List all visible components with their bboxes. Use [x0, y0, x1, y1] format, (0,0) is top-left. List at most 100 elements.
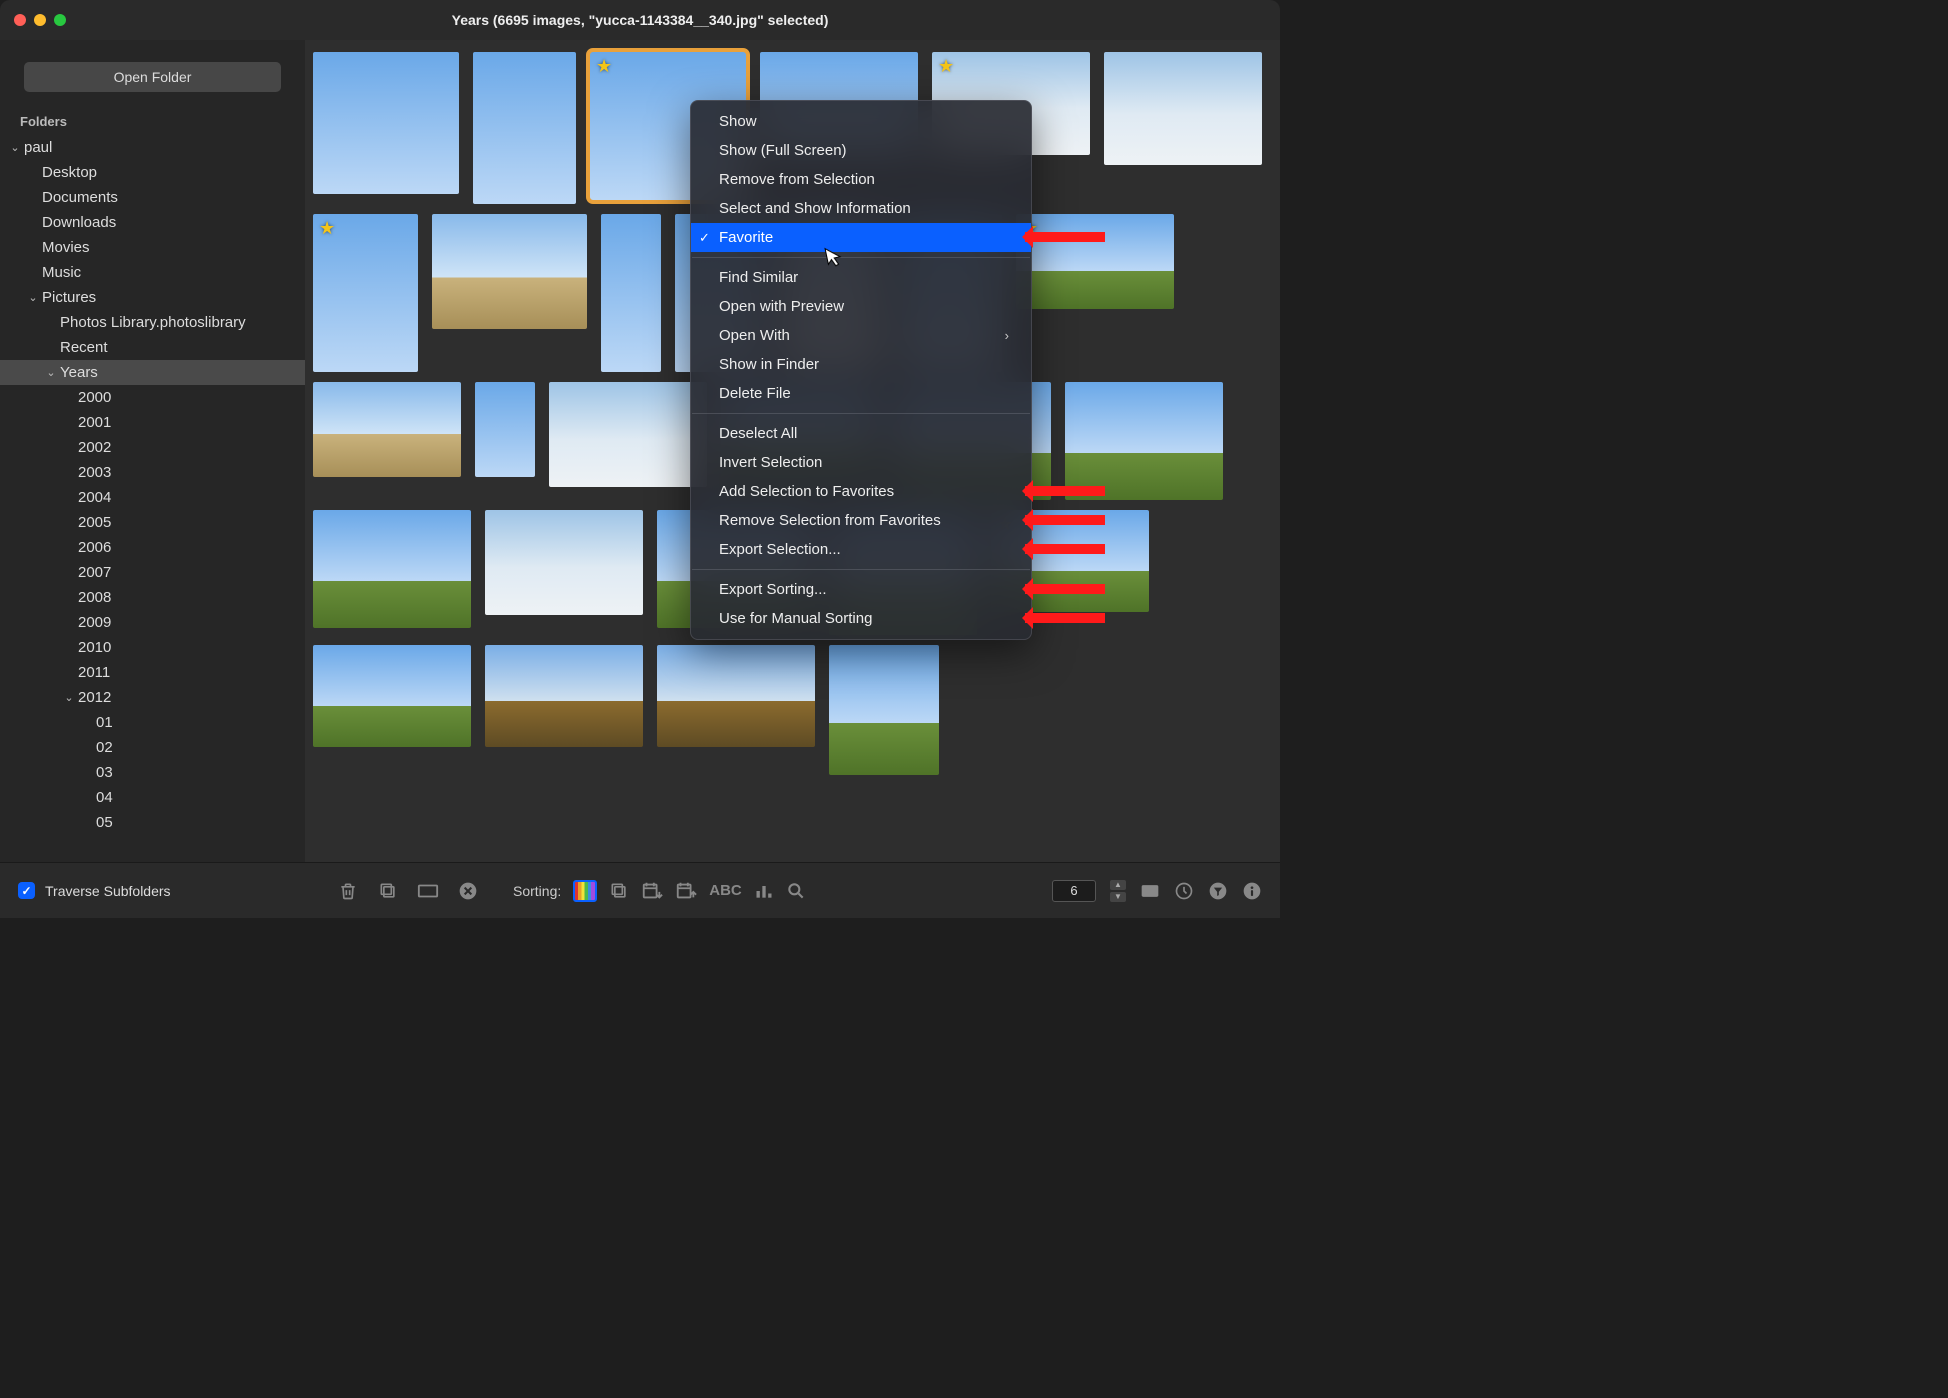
context-menu-item-label: Use for Manual Sorting [719, 610, 872, 627]
context-menu-item[interactable]: Remove from Selection [691, 165, 1031, 194]
tree-item[interactable]: 02 [0, 735, 305, 760]
thumbnail[interactable] [485, 645, 643, 747]
close-button[interactable] [14, 14, 26, 26]
thumbnail[interactable] [601, 214, 661, 372]
tree-item[interactable]: Downloads [0, 210, 305, 235]
sort-name-icon[interactable]: ABC [709, 882, 742, 899]
context-menu-item[interactable]: Show [691, 107, 1031, 136]
tree-item[interactable]: Recent [0, 335, 305, 360]
context-menu-item[interactable]: Export Sorting... [691, 575, 1031, 604]
context-menu-item[interactable]: Use for Manual Sorting [691, 604, 1031, 633]
tree-item[interactable]: 01 [0, 710, 305, 735]
tree-item[interactable]: 2009 [0, 610, 305, 635]
context-menu-item[interactable]: Find Similar [691, 263, 1031, 292]
sort-search-icon[interactable] [786, 881, 806, 901]
tree-item[interactable]: Desktop [0, 160, 305, 185]
tree-item[interactable]: 2000 [0, 385, 305, 410]
tree-item[interactable]: ⌄paul [0, 135, 305, 160]
filter-icon[interactable] [1208, 881, 1228, 901]
context-menu-item[interactable]: Export Selection... [691, 535, 1031, 564]
minimize-button[interactable] [34, 14, 46, 26]
traverse-subfolders-label: Traverse Subfolders [45, 883, 171, 899]
history-icon[interactable] [1174, 881, 1194, 901]
context-menu-item-label: Delete File [719, 385, 791, 402]
tree-item[interactable]: ⌄2012 [0, 685, 305, 710]
tree-item[interactable]: Music [0, 260, 305, 285]
maximize-button[interactable] [54, 14, 66, 26]
rectangle-icon[interactable] [417, 880, 439, 902]
tree-item[interactable]: 2011 [0, 660, 305, 685]
context-menu-item[interactable]: Add Selection to Favorites [691, 477, 1031, 506]
disclosure-icon[interactable]: ⌄ [26, 291, 40, 304]
context-menu-item[interactable]: Open With› [691, 321, 1031, 350]
columns-count-field[interactable]: 6 [1052, 880, 1096, 902]
sort-date-up-icon[interactable] [675, 880, 697, 902]
sort-date-down-icon[interactable] [641, 880, 663, 902]
tree-item[interactable]: 2003 [0, 460, 305, 485]
tree-item[interactable]: ⌄Years [0, 360, 305, 385]
thumbnail[interactable] [549, 382, 707, 487]
thumbnail-image [313, 382, 461, 477]
context-menu-item[interactable]: Delete File [691, 379, 1031, 408]
sort-color-icon[interactable] [573, 880, 597, 902]
disclosure-icon[interactable]: ⌄ [62, 691, 76, 704]
context-menu-item[interactable]: Select and Show Information [691, 194, 1031, 223]
tree-item[interactable]: 05 [0, 810, 305, 835]
thumbnail[interactable]: ★ [1016, 214, 1174, 309]
thumbnail[interactable] [313, 510, 471, 628]
trash-icon[interactable] [337, 880, 359, 902]
context-menu-item[interactable]: Deselect All [691, 419, 1031, 448]
columns-stepper[interactable]: ▲▼ [1110, 880, 1126, 902]
context-menu-item-label: Deselect All [719, 425, 797, 442]
tree-item[interactable]: 2001 [0, 410, 305, 435]
disclosure-icon[interactable]: ⌄ [8, 141, 22, 154]
thumbnail[interactable] [829, 645, 939, 775]
sort-bars-icon[interactable] [754, 881, 774, 901]
tree-item[interactable]: Photos Library.photoslibrary [0, 310, 305, 335]
thumbnail[interactable] [475, 382, 535, 477]
traverse-subfolders-checkbox[interactable]: ✓ [18, 882, 35, 899]
thumbnail[interactable] [313, 645, 471, 747]
tree-item[interactable]: 2006 [0, 535, 305, 560]
context-menu-item[interactable]: ✓Favorite [691, 223, 1031, 252]
thumbnail[interactable] [432, 214, 587, 329]
tree-item[interactable]: 2004 [0, 485, 305, 510]
thumbnail[interactable] [657, 645, 815, 747]
tree-item[interactable]: Movies [0, 235, 305, 260]
thumbnail[interactable] [485, 510, 643, 615]
context-menu-item[interactable]: Invert Selection [691, 448, 1031, 477]
thumbnail-image [485, 510, 643, 615]
thumbnail[interactable] [313, 52, 459, 194]
tree-item[interactable]: ⌄Pictures [0, 285, 305, 310]
thumbnail[interactable] [473, 52, 576, 204]
context-menu-item[interactable]: Show (Full Screen) [691, 136, 1031, 165]
tree-item[interactable]: Documents [0, 185, 305, 210]
sort-copy-icon[interactable] [609, 881, 629, 901]
window-controls [14, 14, 66, 26]
open-folder-button[interactable]: Open Folder [24, 62, 281, 92]
thumbnail[interactable] [313, 382, 461, 477]
context-menu-item[interactable]: Open with Preview [691, 292, 1031, 321]
preview-panel-icon[interactable] [1140, 883, 1160, 899]
thumbnail[interactable] [1065, 382, 1223, 500]
context-menu-item[interactable]: Show in Finder [691, 350, 1031, 379]
tree-item[interactable]: 2010 [0, 635, 305, 660]
thumbnail[interactable]: ★ [313, 214, 418, 372]
info-icon[interactable] [1242, 881, 1262, 901]
thumbnail[interactable] [1104, 52, 1262, 165]
tree-item[interactable]: 2002 [0, 435, 305, 460]
tree-item[interactable]: 2007 [0, 560, 305, 585]
stack-icon[interactable] [377, 880, 399, 902]
favorite-star-icon: ★ [319, 218, 335, 239]
context-menu-item[interactable]: Remove Selection from Favorites [691, 506, 1031, 535]
tree-item[interactable]: 2005 [0, 510, 305, 535]
context-menu-item-label: Invert Selection [719, 454, 822, 471]
tree-item[interactable]: 03 [0, 760, 305, 785]
tree-item-label: 2008 [78, 589, 111, 606]
tree-item[interactable]: 2008 [0, 585, 305, 610]
check-icon: ✓ [699, 230, 710, 246]
disclosure-icon[interactable]: ⌄ [44, 366, 58, 379]
clear-icon[interactable] [457, 880, 479, 902]
tree-item[interactable]: 04 [0, 785, 305, 810]
tree-item-label: paul [24, 139, 52, 156]
